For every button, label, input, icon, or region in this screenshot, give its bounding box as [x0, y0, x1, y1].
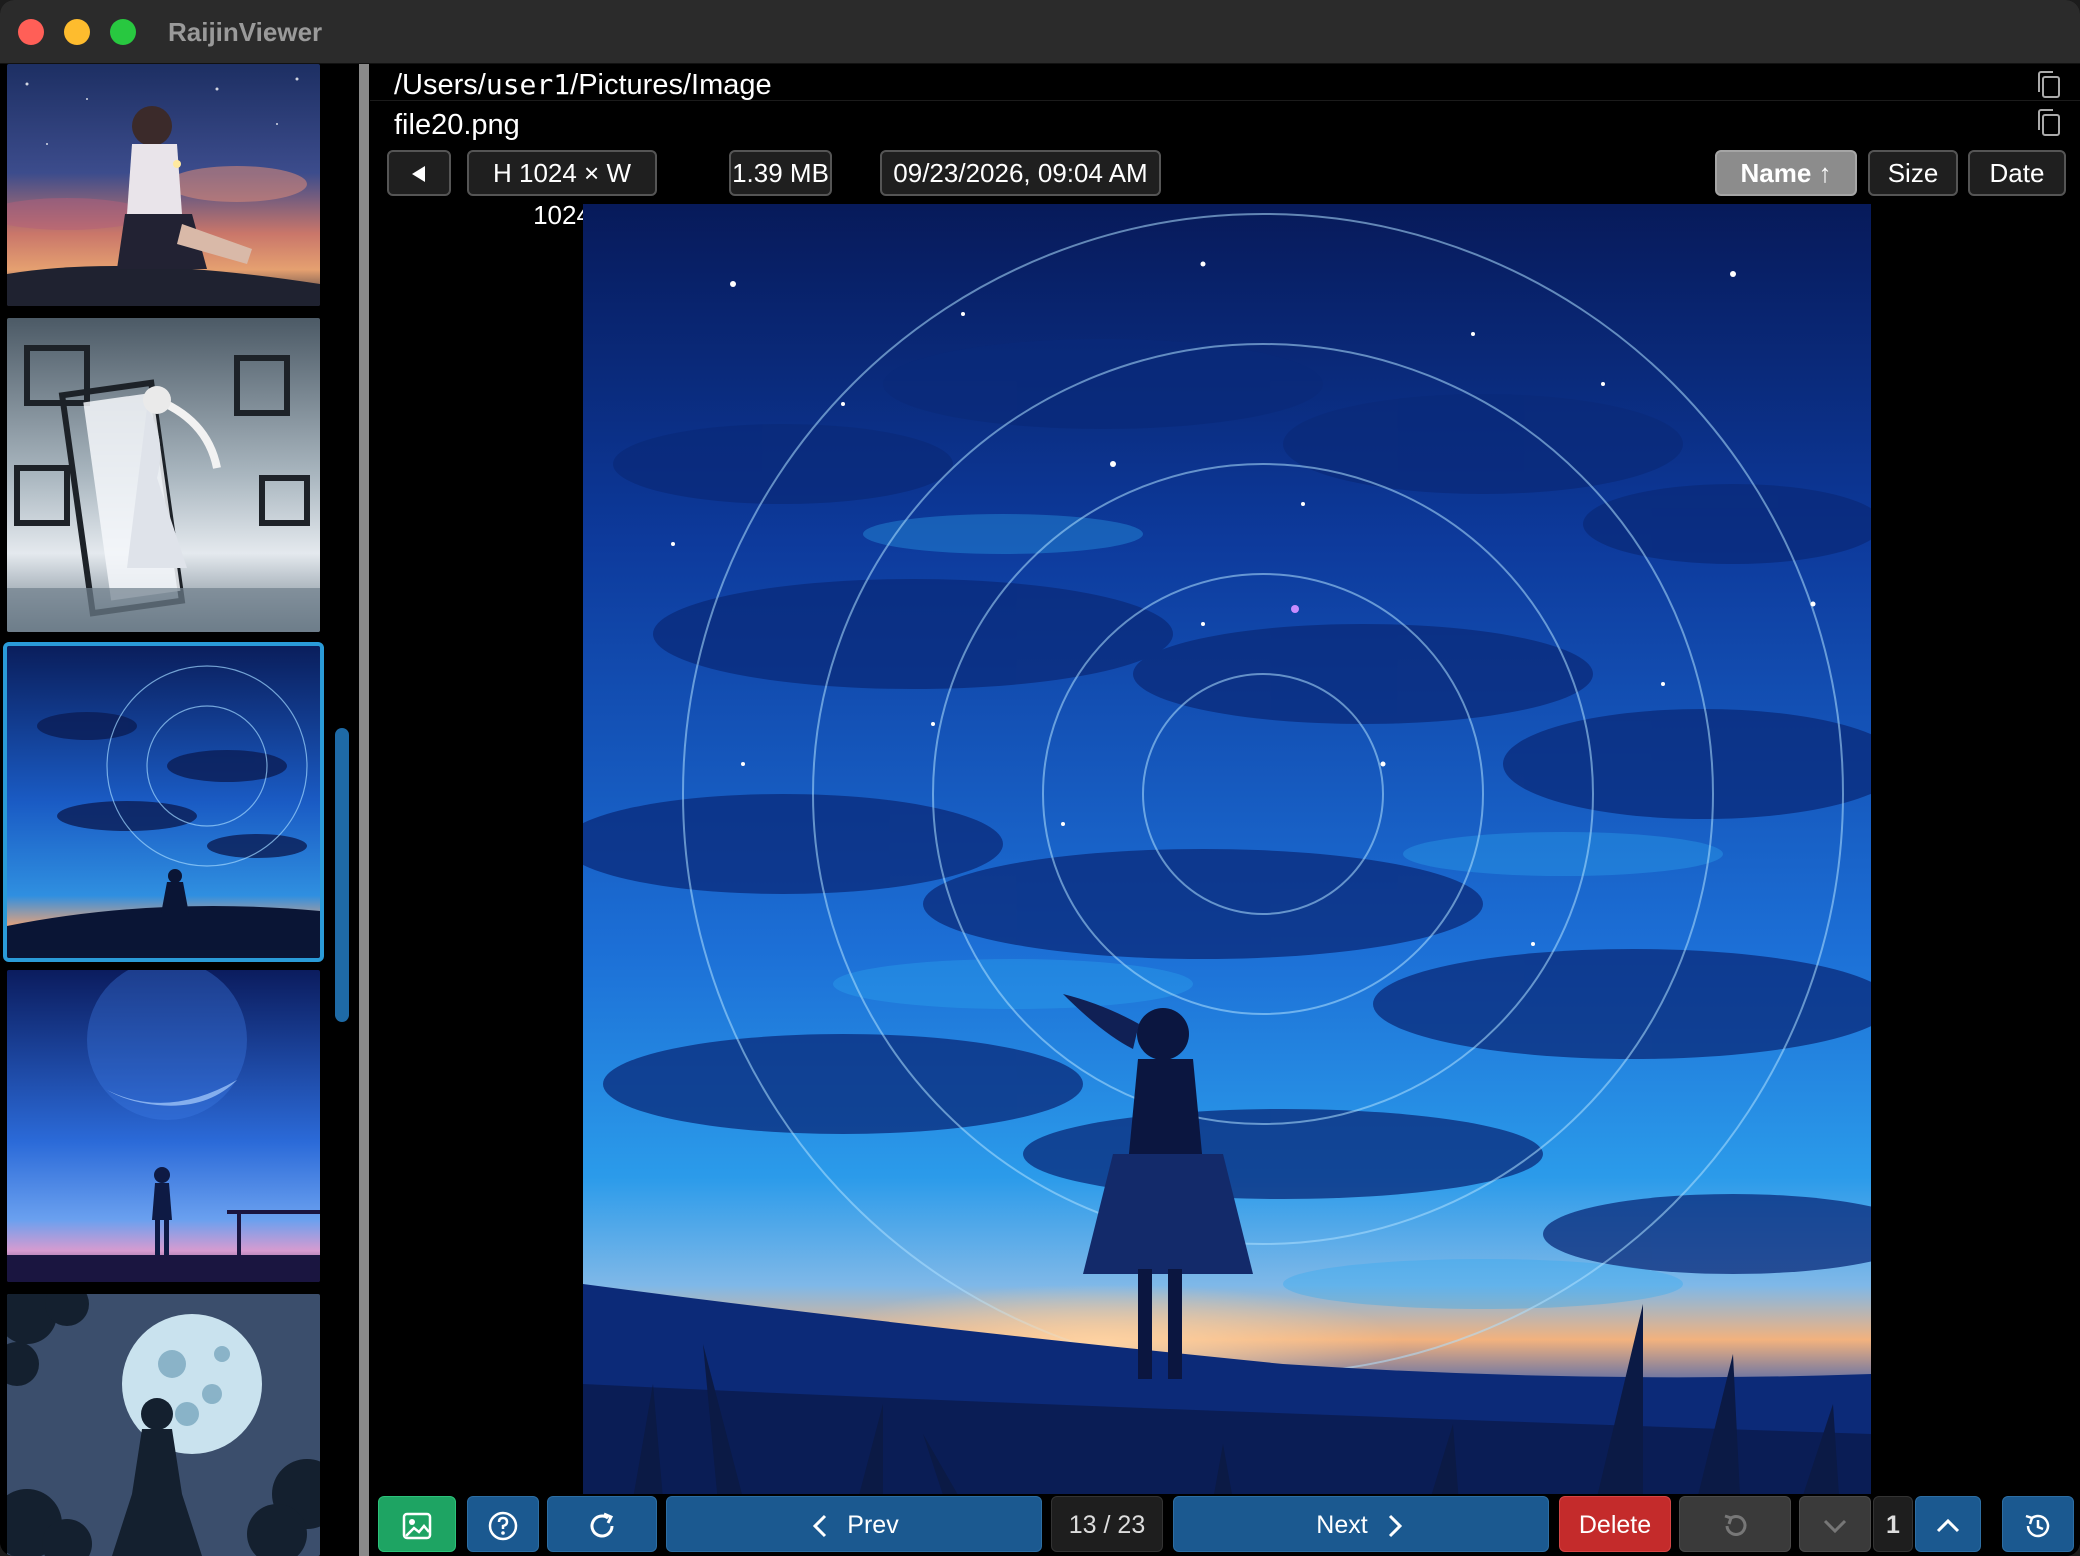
sort-date-button[interactable]: Date: [1968, 150, 2066, 196]
next-label: Next: [1316, 1511, 1368, 1539]
path-prefix: /Users/: [394, 69, 486, 101]
app-window: RaijinViewer /Users/user1/Pictures/Image…: [0, 0, 2080, 1556]
page-up-button[interactable]: [1915, 1496, 1981, 1552]
file-size-badge: 1.39 MB: [729, 150, 832, 196]
sidebar-scrollbar-thumb[interactable]: [335, 728, 349, 1022]
minimize-window-button[interactable]: [64, 19, 90, 45]
thumbnail-girl-silhouette-moon-image: [7, 1294, 320, 1556]
history-icon: [2025, 1515, 2050, 1538]
prev-label: Prev: [847, 1511, 899, 1539]
refresh-icon: [590, 1513, 614, 1538]
prev-button[interactable]: Prev: [666, 1496, 1042, 1552]
undo-icon: [1724, 1514, 1747, 1537]
chevron-right-icon: [1388, 1515, 1402, 1538]
question-circle-icon: [488, 1512, 518, 1541]
sort-name-button[interactable]: Name ↑: [1715, 150, 1857, 196]
chevron-left-icon: [813, 1515, 827, 1538]
title-bar: RaijinViewer: [0, 0, 2080, 64]
thumbnail-item-selected[interactable]: [3, 642, 324, 962]
file-name: file20.png: [394, 109, 520, 141]
delete-button[interactable]: Delete: [1559, 1496, 1671, 1552]
image-mode-button[interactable]: [378, 1496, 456, 1552]
maximize-window-button[interactable]: [110, 19, 136, 45]
chevron-down-icon: [1823, 1520, 1847, 1534]
undo-button[interactable]: [1679, 1496, 1791, 1552]
triangle-left-icon: [412, 165, 425, 182]
image-counter: 13 / 23: [1051, 1496, 1163, 1552]
file-path: /Users/user1/Pictures/Image: [394, 66, 772, 104]
page-value: 1: [1873, 1496, 1913, 1552]
back-button[interactable]: [387, 150, 451, 196]
window-title: RaijinViewer: [168, 17, 323, 47]
sort-size-button[interactable]: Size: [1868, 150, 1958, 196]
thumbnail-sidebar[interactable]: [0, 64, 362, 1556]
header-divider: [370, 100, 2080, 101]
close-window-button[interactable]: [18, 19, 44, 45]
next-button[interactable]: Next: [1173, 1496, 1549, 1552]
thumbnail-girl-sitting-sunset-image: [7, 64, 320, 306]
page-down-button[interactable]: [1799, 1496, 1871, 1552]
dimensions-badge: H 1024 × W 1024: [467, 150, 657, 230]
copy-path-icon[interactable]: [2034, 70, 2064, 100]
image-icon: [402, 1513, 432, 1540]
thumbnail-item[interactable]: [7, 318, 320, 632]
image-viewer[interactable]: [583, 204, 1871, 1556]
thumbnail-girl-star-trails-image: [7, 646, 320, 958]
path-suffix: /Pictures/Image: [570, 69, 772, 101]
help-button[interactable]: [467, 1496, 539, 1552]
thumbnail-item[interactable]: [7, 64, 320, 306]
bottom-toolbar: Prev 13 / 23 Next Delete 1: [370, 1494, 2080, 1556]
sidebar-divider[interactable]: [359, 64, 369, 1556]
refresh-button[interactable]: [547, 1496, 657, 1552]
main-panel: /Users/user1/Pictures/Image file20.png H…: [370, 64, 2080, 1556]
date-badge: 09/23/2026, 09:04 AM: [880, 150, 1161, 196]
thumbnail-girl-with-frames-image: [7, 318, 320, 632]
thumbnail-girl-moon-night-image: [7, 970, 320, 1282]
history-button[interactable]: [2002, 1496, 2074, 1552]
thumbnail-item[interactable]: [7, 1294, 320, 1556]
path-user: user1: [485, 68, 571, 101]
thumbnail-item[interactable]: [7, 970, 320, 1282]
main-image: [583, 204, 1871, 1556]
copy-filename-icon[interactable]: [2034, 108, 2064, 138]
chevron-up-icon: [1936, 1519, 1960, 1533]
